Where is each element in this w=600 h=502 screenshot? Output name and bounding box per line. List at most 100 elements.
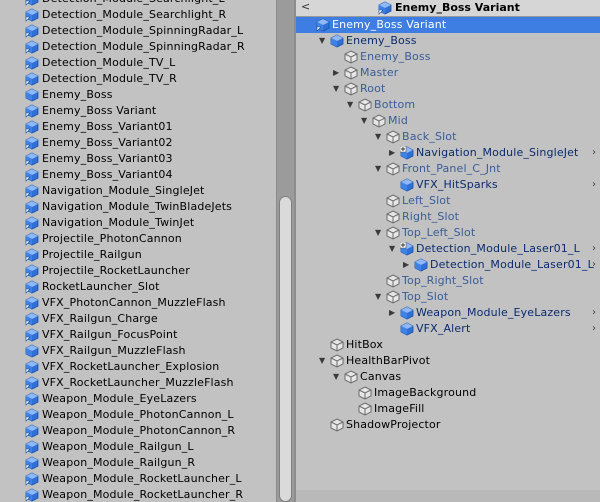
- expand-arrow-icon[interactable]: ▼: [375, 162, 384, 176]
- project-asset-item[interactable]: Projectile_PhotonCannon: [0, 231, 274, 247]
- collapse-arrow-icon[interactable]: ▶: [389, 146, 398, 160]
- hierarchy-row[interactable]: ▼ Top_Left_Slot: [296, 225, 600, 241]
- project-scrollbar-thumb[interactable]: [279, 196, 292, 502]
- hierarchy-row[interactable]: ▶ Detection_Module_Laser01_L ›: [296, 257, 600, 273]
- hierarchy-row[interactable]: ImageFill: [296, 401, 600, 417]
- hierarchy-row[interactable]: Top_Right_Slot: [296, 273, 600, 289]
- prefab-icon: [25, 344, 39, 358]
- hierarchy-row[interactable]: ▼ Enemy_Boss: [296, 33, 600, 49]
- project-scrollbar[interactable]: [276, 0, 294, 502]
- hierarchy-row[interactable]: ▼ Detection_Module_Laser01_L ›: [296, 241, 600, 257]
- project-asset-item[interactable]: Detection_Module_Searchlight_L: [0, 0, 274, 7]
- hierarchy-row[interactable]: ▼ Root: [296, 81, 600, 97]
- open-prefab-arrow-icon[interactable]: ›: [592, 306, 596, 320]
- hierarchy-row-label: Weapon_Module_EyeLazers: [416, 306, 571, 319]
- project-asset-item[interactable]: Enemy_Boss: [0, 87, 274, 103]
- collapse-arrow-icon[interactable]: ▶: [333, 66, 342, 80]
- project-asset-item[interactable]: Navigation_Module_TwinBladeJets: [0, 199, 274, 215]
- hierarchy-row[interactable]: ▼ Canvas: [296, 369, 600, 385]
- hierarchy-row[interactable]: VFX_Alert ›: [296, 321, 600, 337]
- project-asset-item[interactable]: VFX_Railgun_Charge: [0, 311, 274, 327]
- hierarchy-row[interactable]: ▼ Mid: [296, 113, 600, 129]
- open-prefab-arrow-icon[interactable]: ›: [592, 322, 596, 336]
- project-asset-item[interactable]: Weapon_Module_RocketLauncher_R: [0, 487, 274, 502]
- open-prefab-arrow-icon[interactable]: ›: [592, 258, 596, 272]
- project-asset-item[interactable]: VFX_Railgun_MuzzleFlash: [0, 343, 274, 359]
- hierarchy-row[interactable]: ▼ Top_Slot: [296, 289, 600, 305]
- expand-arrow-icon[interactable]: ▼: [333, 82, 342, 96]
- expand-arrow-icon[interactable]: ▼: [375, 226, 384, 240]
- project-asset-item[interactable]: Projectile_Railgun: [0, 247, 274, 263]
- project-asset-item[interactable]: Detection_Module_TV_R: [0, 71, 274, 87]
- hierarchy-row[interactable]: ▼ Front_Panel_C_Jnt: [296, 161, 600, 177]
- project-asset-item[interactable]: Weapon_Module_PhotonCannon_R: [0, 423, 274, 439]
- gameobject-icon: [358, 386, 372, 400]
- project-asset-item[interactable]: Navigation_Module_SingleJet: [0, 183, 274, 199]
- project-asset-item[interactable]: Enemy_Boss_Variant04: [0, 167, 274, 183]
- hierarchy-row[interactable]: Left_Slot: [296, 193, 600, 209]
- back-arrow-icon[interactable]: <: [301, 0, 310, 14]
- collapse-arrow-icon[interactable]: ▶: [389, 306, 398, 320]
- hierarchy-row[interactable]: ▼ Back_Slot: [296, 129, 600, 145]
- expand-arrow-icon[interactable]: ▼: [319, 354, 328, 368]
- project-asset-item[interactable]: VFX_Railgun_FocusPoint: [0, 327, 274, 343]
- prefab-variant-icon: [25, 328, 39, 342]
- project-asset-item[interactable]: VFX_RocketLauncher_MuzzleFlash: [0, 375, 274, 391]
- project-asset-item[interactable]: Weapon_Module_Railgun_L: [0, 439, 274, 455]
- hierarchy-row[interactable]: ▼ Bottom: [296, 97, 600, 113]
- project-asset-label: Detection_Module_Searchlight_L: [42, 0, 225, 6]
- expand-arrow-icon[interactable]: ▼: [389, 242, 398, 256]
- hierarchy-row[interactable]: ▶ Navigation_Module_SingleJet ›: [296, 145, 600, 161]
- prefab-variant-icon: [25, 392, 39, 406]
- project-asset-item[interactable]: Detection_Module_SpinningRadar_L: [0, 23, 274, 39]
- collapse-arrow-icon[interactable]: ▶: [403, 258, 412, 272]
- project-asset-label: Enemy_Boss_Variant01: [42, 120, 173, 133]
- prefab-variant-icon: [25, 360, 39, 374]
- project-asset-item[interactable]: Enemy_Boss_Variant02: [0, 135, 274, 151]
- prefab-variant-icon: [25, 312, 39, 326]
- expand-arrow-icon[interactable]: ▼: [319, 34, 328, 48]
- expand-arrow-icon[interactable]: ▼: [375, 290, 384, 304]
- project-asset-item[interactable]: Detection_Module_SpinningRadar_R: [0, 39, 274, 55]
- gameobject-icon: [344, 50, 358, 64]
- open-prefab-arrow-icon[interactable]: ›: [592, 146, 596, 160]
- project-asset-item[interactable]: Detection_Module_Searchlight_R: [0, 7, 274, 23]
- hierarchy-row[interactable]: ImageBackground: [296, 385, 600, 401]
- expand-arrow-icon[interactable]: ▼: [375, 130, 384, 144]
- hierarchy-row[interactable]: ShadowProjector: [296, 417, 600, 433]
- project-asset-item[interactable]: Navigation_Module_TwinJet: [0, 215, 274, 231]
- open-prefab-arrow-icon[interactable]: ›: [592, 178, 596, 192]
- project-asset-item[interactable]: VFX_RocketLauncher_Explosion: [0, 359, 274, 375]
- project-asset-label: Projectile_RocketLauncher: [42, 264, 190, 277]
- project-asset-item[interactable]: Enemy_Boss_Variant03: [0, 151, 274, 167]
- expand-arrow-icon[interactable]: ▼: [361, 114, 370, 128]
- project-asset-item[interactable]: Detection_Module_TV_L: [0, 55, 274, 71]
- project-asset-item[interactable]: Projectile_RocketLauncher: [0, 263, 274, 279]
- hierarchy-row[interactable]: Enemy_Boss: [296, 49, 600, 65]
- project-asset-label: Weapon_Module_EyeLazers: [42, 392, 197, 405]
- prefab-mode-header: < Enemy_Boss Variant: [296, 0, 600, 17]
- open-prefab-arrow-icon[interactable]: ›: [592, 242, 596, 256]
- gameobject-icon: [386, 130, 400, 144]
- project-asset-item[interactable]: Weapon_Module_Railgun_R: [0, 455, 274, 471]
- hierarchy-row[interactable]: Right_Slot: [296, 209, 600, 225]
- project-asset-label: Detection_Module_SpinningRadar_L: [42, 24, 244, 37]
- hierarchy-row[interactable]: ▶ Weapon_Module_EyeLazers ›: [296, 305, 600, 321]
- hierarchy-row[interactable]: HitBox: [296, 337, 600, 353]
- hierarchy-row[interactable]: ▼ HealthBarPivot: [296, 353, 600, 369]
- project-asset-item[interactable]: Weapon_Module_RocketLauncher_L: [0, 471, 274, 487]
- prefab-variant-icon: [25, 296, 39, 310]
- hierarchy-root-row[interactable]: Enemy_Boss Variant: [296, 17, 600, 33]
- hierarchy-horizontal-scrollbar[interactable]: [296, 490, 600, 502]
- hierarchy-row[interactable]: VFX_HitSparks ›: [296, 177, 600, 193]
- gameobject-icon: [386, 210, 400, 224]
- project-asset-item[interactable]: Enemy_Boss_Variant01: [0, 119, 274, 135]
- expand-arrow-icon[interactable]: ▼: [333, 370, 342, 384]
- project-asset-item[interactable]: Weapon_Module_EyeLazers: [0, 391, 274, 407]
- project-asset-item[interactable]: Weapon_Module_PhotonCannon_L: [0, 407, 274, 423]
- project-asset-item[interactable]: RocketLauncher_Slot: [0, 279, 274, 295]
- hierarchy-row[interactable]: ▶ Master: [296, 65, 600, 81]
- project-asset-item[interactable]: VFX_PhotonCannon_MuzzleFlash: [0, 295, 274, 311]
- expand-arrow-icon[interactable]: ▼: [347, 98, 356, 112]
- project-asset-item[interactable]: Enemy_Boss Variant: [0, 103, 274, 119]
